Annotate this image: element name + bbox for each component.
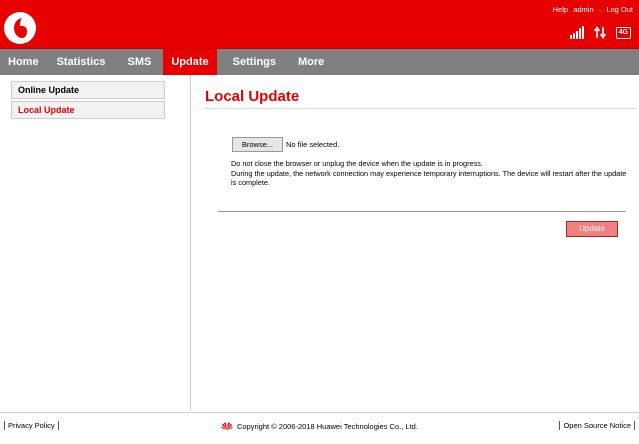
title-divider [205,108,637,109]
logout-link[interactable]: Log Out [606,5,633,14]
nav-home[interactable]: Home [0,49,47,75]
info-line-2: During the update, the network connectio… [231,168,627,188]
network-type-label: 4G [618,29,628,36]
signal-strength-icon [569,26,584,39]
header-bar: Help admin · Log Out 4G [0,0,639,49]
nav-sms[interactable]: SMS [115,49,163,75]
content-divider [218,211,626,212]
sidebar-item-local-update[interactable]: Local Update [11,101,165,119]
username: admin [573,5,594,14]
privacy-policy-link[interactable]: Privacy Policy [4,421,59,430]
sidebar: Online Update Local Update [0,75,191,410]
network-type-badge: 4G [615,27,631,39]
update-info: Do not close the browser or unplug the d… [231,159,631,188]
main-nav: Home Statistics SMS Update Settings More [0,49,639,75]
footer-divider [0,412,639,413]
nav-more[interactable]: More [292,49,330,75]
vodafone-logo-icon[interactable] [4,12,36,44]
top-links: Help admin · Log Out [550,5,633,14]
sidebar-item-online-update[interactable]: Online Update [11,81,165,99]
nav-update[interactable]: Update [163,49,217,75]
speech-mark-icon [14,18,27,38]
file-status-text: No file selected. [286,140,340,149]
update-button[interactable]: Update [566,221,618,237]
copyright-text: Copyright © 2006-2018 Huawei Technologie… [237,422,418,431]
link-separator: · [598,5,602,14]
status-icons: 4G [569,25,631,39]
nav-settings[interactable]: Settings [217,49,292,75]
browse-button[interactable]: Browse... [232,137,283,152]
copyright: Copyright © 2006-2018 Huawei Technologie… [221,422,418,431]
open-source-notice-link[interactable]: Open Source Notice [559,421,635,430]
help-link[interactable]: Help [553,5,568,14]
data-transfer-icon [593,26,606,39]
page-title: Local Update [205,88,300,105]
nav-statistics[interactable]: Statistics [47,49,116,75]
info-line-1: Do not close the browser or unplug the d… [231,159,483,168]
huawei-logo-icon [221,422,233,430]
